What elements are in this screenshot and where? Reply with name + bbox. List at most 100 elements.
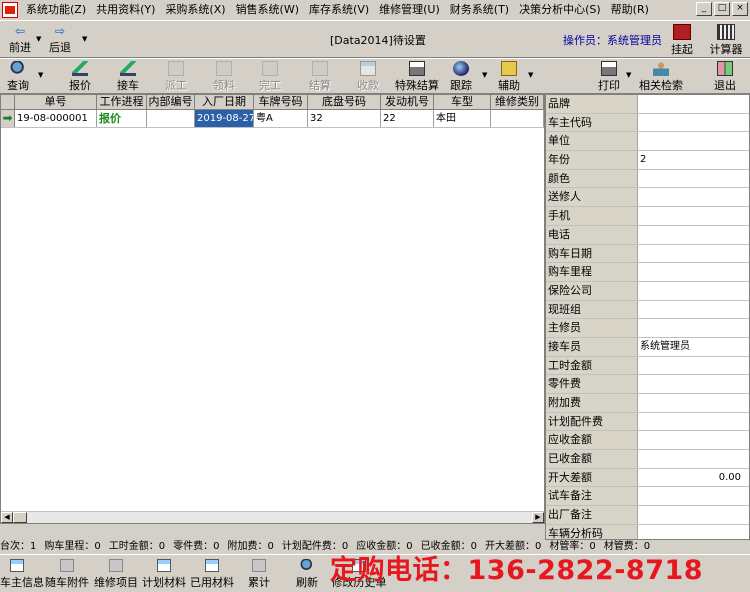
property-value[interactable]: [638, 450, 749, 468]
property-row[interactable]: 附加费: [546, 394, 749, 413]
refresh-button[interactable]: 刷新: [294, 559, 320, 591]
property-row[interactable]: 购车日期: [546, 244, 749, 264]
property-value[interactable]: 系统管理员: [638, 338, 749, 356]
quote-button[interactable]: 报价: [66, 60, 94, 94]
column-header[interactable]: 维修类别: [491, 95, 544, 109]
table-row[interactable]: ➡ 19-08-000001 报价 2019-08-27 粤A 32 22 本田: [1, 110, 544, 128]
property-row[interactable]: 送修人: [546, 188, 749, 208]
column-header[interactable]: 车型: [434, 95, 491, 109]
property-row[interactable]: 工时金额: [546, 356, 749, 376]
property-value[interactable]: [638, 132, 749, 150]
property-value[interactable]: [638, 188, 749, 206]
property-row[interactable]: 手机: [546, 207, 749, 226]
property-row[interactable]: 颜色: [546, 169, 749, 189]
menu-system[interactable]: 系统功能(Z): [21, 0, 91, 20]
scroll-left-icon[interactable]: ◀: [1, 512, 13, 523]
property-row[interactable]: 计划配件费: [546, 412, 749, 432]
property-value[interactable]: [638, 114, 749, 132]
cell-model[interactable]: 本田: [434, 110, 491, 127]
dispatch-button[interactable]: 派工: [162, 60, 190, 94]
property-value[interactable]: [638, 431, 749, 449]
chevron-down-icon[interactable]: ▼: [482, 71, 487, 79]
property-row[interactable]: 电话: [546, 225, 749, 245]
menu-repair[interactable]: 维修管理(U): [374, 0, 445, 20]
property-row[interactable]: 单位: [546, 132, 749, 152]
property-row[interactable]: 年份 2: [546, 151, 749, 170]
column-header[interactable]: 底盘号码: [308, 95, 381, 109]
property-value[interactable]: [638, 226, 749, 244]
property-row[interactable]: 零件费: [546, 375, 749, 394]
cell-order-no[interactable]: 19-08-000001: [15, 110, 97, 127]
print-button[interactable]: 打印: [596, 60, 622, 94]
property-row[interactable]: 试车备注: [546, 487, 749, 507]
chevron-down-icon[interactable]: ▼: [626, 71, 631, 79]
chevron-down-icon[interactable]: ▼: [82, 35, 87, 43]
column-header[interactable]: 入厂日期: [195, 95, 254, 109]
property-value[interactable]: [638, 245, 749, 263]
property-value[interactable]: [638, 301, 749, 319]
property-value[interactable]: [638, 525, 749, 539]
restore-button[interactable]: □: [714, 2, 730, 16]
back-button[interactable]: ⇨ 后退: [40, 23, 80, 57]
property-value[interactable]: [638, 282, 749, 300]
cell-engine[interactable]: 22: [381, 110, 434, 127]
query-button[interactable]: 查询: [4, 60, 32, 94]
property-row[interactable]: 出厂备注: [546, 506, 749, 525]
cumulative-button[interactable]: 累计: [246, 559, 272, 591]
menu-sales[interactable]: 销售系统(W): [231, 0, 304, 20]
cell-internal-no[interactable]: [147, 110, 195, 127]
property-row[interactable]: 主修员: [546, 319, 749, 338]
owner-info-button[interactable]: 车主信息: [0, 559, 44, 591]
property-row[interactable]: 购车里程: [546, 263, 749, 282]
menu-decision[interactable]: 决策分析中心(S): [514, 0, 606, 20]
menu-purchase[interactable]: 采购系统(X): [160, 0, 230, 20]
menu-finance[interactable]: 财务系统(T): [445, 0, 514, 20]
chevron-down-icon[interactable]: ▼: [528, 71, 533, 79]
property-row[interactable]: 接车员 系统管理员: [546, 337, 749, 357]
property-value[interactable]: [638, 394, 749, 412]
cell-repair-type[interactable]: [491, 110, 544, 127]
forward-button[interactable]: ⇦ 前进: [0, 23, 40, 57]
close-button[interactable]: ×: [732, 2, 748, 16]
attachments-button[interactable]: 随车附件: [44, 559, 90, 591]
minimize-button[interactable]: _: [696, 2, 712, 16]
cell-entry-date[interactable]: 2019-08-27: [195, 110, 254, 127]
property-row[interactable]: 已收金额: [546, 450, 749, 469]
hang-button[interactable]: 挂起: [662, 24, 702, 58]
property-value[interactable]: [638, 319, 749, 337]
receive-car-button[interactable]: 接车: [114, 60, 142, 94]
property-row[interactable]: 品牌: [546, 95, 749, 114]
cell-plate[interactable]: 粤A: [254, 110, 308, 127]
property-value[interactable]: [638, 357, 749, 375]
column-header[interactable]: 单号: [15, 95, 97, 109]
property-row[interactable]: 车辆分析码: [546, 524, 749, 539]
cell-chassis[interactable]: 32: [308, 110, 381, 127]
used-materials-button[interactable]: 已用材料: [190, 559, 234, 591]
property-row[interactable]: 开大差额 0.00: [546, 468, 749, 488]
property-value[interactable]: 2: [638, 151, 749, 169]
property-value[interactable]: [638, 207, 749, 225]
property-value[interactable]: [638, 413, 749, 431]
column-header[interactable]: 发动机号: [381, 95, 434, 109]
property-value[interactable]: [638, 506, 749, 524]
chevron-down-icon[interactable]: ▼: [38, 71, 43, 79]
column-header[interactable]: 工作进程: [97, 95, 147, 109]
scroll-thumb[interactable]: [13, 512, 27, 523]
settle-button[interactable]: 结算: [306, 60, 334, 94]
calculator-button[interactable]: 计算器: [706, 24, 746, 58]
complete-button[interactable]: 完工: [256, 60, 284, 94]
planned-materials-button[interactable]: 计划材料: [141, 559, 187, 591]
track-button[interactable]: 跟踪: [448, 60, 474, 94]
column-header[interactable]: 车牌号码: [254, 95, 308, 109]
property-value[interactable]: [638, 95, 749, 113]
column-header[interactable]: 内部编号: [147, 95, 195, 109]
scroll-right-icon[interactable]: ▶: [532, 512, 544, 523]
pick-material-button[interactable]: 领料: [210, 60, 238, 94]
exit-button[interactable]: 退出: [712, 60, 738, 94]
special-settle-button[interactable]: 特殊结算: [394, 60, 440, 94]
property-value[interactable]: [638, 170, 749, 188]
menu-help[interactable]: 帮助(R): [606, 0, 654, 20]
related-search-button[interactable]: 相关检索: [638, 60, 684, 94]
property-row[interactable]: 应收金额: [546, 431, 749, 451]
property-value[interactable]: 0.00: [638, 469, 749, 487]
